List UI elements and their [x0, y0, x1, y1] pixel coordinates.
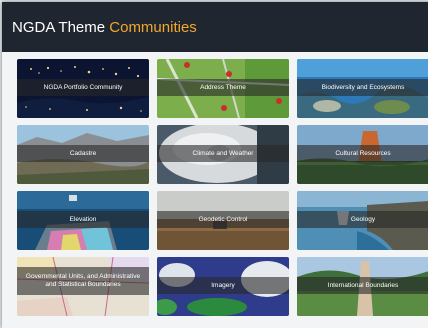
tile-label-band: Governmental Units, and Administrative a… [17, 267, 149, 295]
tile-label: Geodetic Control [198, 215, 248, 223]
tile-label-band: Cultural Resources [297, 145, 428, 162]
tile-imagery[interactable]: Imagery [157, 257, 289, 316]
tile-label: Cultural Resources [335, 149, 391, 157]
tile-label-band: Biodiversity and Ecosystems [297, 79, 428, 96]
tile-label: Climate and Weather [192, 149, 254, 157]
tile-cadastre[interactable]: Cadastre [17, 125, 149, 184]
map-pin-icon [184, 62, 190, 68]
tile-label-band: Imagery [157, 277, 289, 294]
tile-label-band: Climate and Weather [157, 145, 289, 162]
tile-address-theme[interactable]: Address Theme [157, 59, 289, 118]
tile-label-band: Cadastre [17, 145, 149, 162]
tile-geodetic-control[interactable]: Geodetic Control [157, 191, 289, 250]
page-title-accent: Communities [109, 19, 197, 36]
map-pin-icon [221, 105, 227, 111]
tile-label-band: Geology [297, 211, 428, 228]
tile-label: Biodiversity and Ecosystems [321, 83, 405, 91]
tile-biodiversity-and-ecosystems[interactable]: Biodiversity and Ecosystems [297, 59, 428, 118]
tile-label: Address Theme [200, 83, 246, 91]
tile-label: International Boundaries [327, 281, 399, 289]
tile-elevation[interactable]: Elevation [17, 191, 149, 250]
page-header: NGDA Theme Communities [2, 2, 428, 52]
tile-cultural-resources[interactable]: Cultural Resources [297, 125, 428, 184]
tile-geology[interactable]: Geology [297, 191, 428, 250]
tile-international-boundaries[interactable]: International Boundaries [297, 257, 428, 316]
page-title-prefix: NGDA Theme [12, 19, 106, 36]
tile-ngda-portfolio-community[interactable]: NGDA Portfolio Community [17, 59, 149, 118]
tile-label-band: Address Theme [157, 79, 289, 96]
tile-label: Governmental Units, and Administrative a… [25, 273, 141, 288]
tile-label: Imagery [211, 281, 235, 289]
community-grid: NGDA Portfolio Community Address Theme B… [2, 52, 428, 328]
tile-label: Geology [350, 215, 376, 223]
app-window: NGDA Theme Communities NGDA Portfolio Co… [2, 2, 428, 328]
tile-label: NGDA Portfolio Community [43, 83, 123, 91]
tile-label-band: NGDA Portfolio Community [17, 79, 149, 96]
tile-governmental-units-administrative-statistical-boundaries[interactable]: Governmental Units, and Administrative a… [17, 257, 149, 316]
map-pin-icon [226, 71, 232, 77]
tile-label: Cadastre [69, 149, 97, 157]
tile-label-band: International Boundaries [297, 277, 428, 294]
tile-climate-and-weather[interactable]: Climate and Weather [157, 125, 289, 184]
tile-label-band: Geodetic Control [157, 211, 289, 228]
tile-label: Elevation [69, 215, 97, 223]
tile-label-band: Elevation [17, 211, 149, 228]
map-pin-icon [276, 98, 282, 104]
page-title: NGDA Theme Communities [12, 19, 197, 37]
